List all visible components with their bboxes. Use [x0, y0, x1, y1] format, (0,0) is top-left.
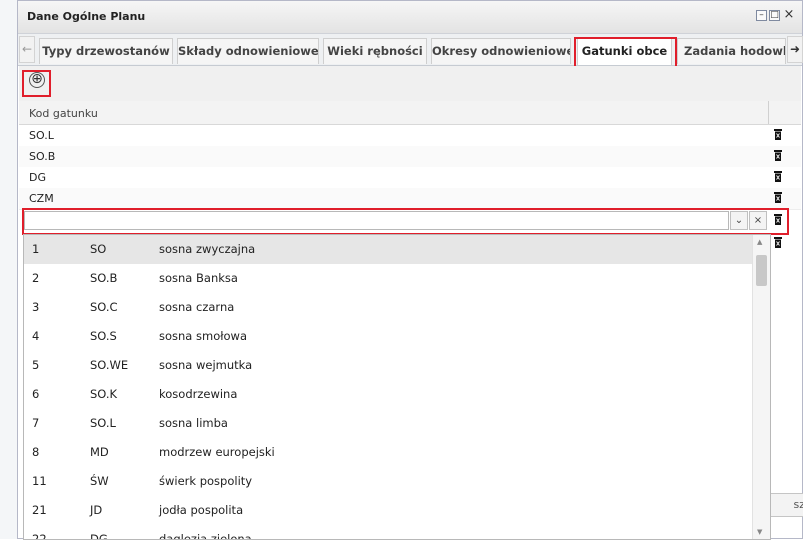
- item-number: 2: [32, 271, 40, 285]
- dropdown-item[interactable]: 6 SO.K kosodrzewina: [24, 380, 754, 409]
- item-number: 4: [32, 329, 40, 343]
- item-name: sosna wejmutka: [159, 358, 253, 372]
- dropdown-item[interactable]: 2 SO.B sosna Banksa: [24, 264, 754, 293]
- item-name: kosodrzewina: [159, 387, 238, 401]
- close-icon[interactable]: ×: [782, 8, 796, 21]
- editing-row: ⌄ ×: [22, 209, 772, 233]
- item-name: sosna limba: [159, 416, 228, 430]
- dropdown-item[interactable]: 21 JD jodła pospolita: [24, 496, 754, 525]
- dropdown-item[interactable]: 1 SO sosna zwyczajna: [24, 235, 754, 264]
- column-separator: [768, 101, 769, 124]
- dropdown-item[interactable]: 5 SO.WE sosna wejmutka: [24, 351, 754, 380]
- scroll-down-icon[interactable]: ▼: [757, 528, 762, 536]
- dropdown-item[interactable]: 22 DG daglezja zielona: [24, 525, 754, 539]
- tab-okresy-odnowieniowe[interactable]: Okresy odnowieniowe: [431, 38, 571, 64]
- dropdown-item[interactable]: 11 ŚW świerk pospolity: [24, 467, 754, 496]
- item-number: 8: [32, 445, 40, 459]
- item-number: 11: [32, 474, 47, 488]
- item-code: SO.B: [90, 271, 118, 285]
- minimize-icon[interactable]: –: [756, 10, 767, 21]
- item-number: 5: [32, 358, 40, 372]
- toolbar: ⊕: [19, 66, 801, 102]
- table-row[interactable]: DG: [19, 167, 801, 189]
- item-code: JD: [90, 503, 103, 517]
- tab-bar: ← Typy drzewostanów Składy odnowieniowe …: [18, 34, 803, 66]
- item-number: 21: [32, 503, 47, 517]
- tab-wieki-rebnosci[interactable]: Wieki rębności: [323, 38, 427, 64]
- titlebar: Dane Ogólne Planu – □ ×: [18, 1, 802, 34]
- item-name: sosna zwyczajna: [159, 242, 256, 256]
- item-code: ŚW: [90, 474, 109, 488]
- clear-icon[interactable]: ×: [749, 211, 767, 230]
- trash-icon[interactable]: [774, 150, 782, 161]
- add-icon[interactable]: ⊕: [29, 72, 45, 88]
- tab-scroll-right-icon[interactable]: ➜: [787, 36, 803, 63]
- grid-header: Kod gatunku: [19, 101, 801, 125]
- trash-icon[interactable]: [774, 237, 782, 248]
- tab-zadania-hodowlane[interactable]: Zadania hodowlane: [677, 38, 786, 64]
- tab-scroll-left-icon[interactable]: ←: [19, 36, 35, 63]
- species-code-combobox[interactable]: [24, 211, 729, 230]
- item-number: 1: [32, 242, 40, 256]
- scrollbar-thumb[interactable]: [756, 255, 767, 286]
- row-code: DG: [29, 171, 46, 184]
- tab-typy-drzewostanow[interactable]: Typy drzewostanów: [39, 38, 173, 64]
- item-name: świerk pospolity: [159, 474, 253, 488]
- item-number: 6: [32, 387, 40, 401]
- trash-icon[interactable]: [774, 171, 782, 182]
- table-row[interactable]: SO.L: [19, 125, 801, 147]
- column-header-kod-gatunku: Kod gatunku: [29, 107, 98, 120]
- species-dropdown-list: 1 SO sosna zwyczajna 2 SO.B sosna Banksa…: [23, 234, 771, 540]
- table-row[interactable]: SO.B: [19, 146, 801, 168]
- item-code: SO.S: [90, 329, 117, 343]
- dropdown-chevron-icon[interactable]: ⌄: [730, 211, 748, 230]
- side-button[interactable]: sz: [766, 493, 803, 517]
- scroll-up-icon[interactable]: ▲: [757, 238, 762, 246]
- tab-sklady-odnowieniowe[interactable]: Składy odnowieniowe: [177, 38, 319, 64]
- item-code: SO.L: [90, 416, 116, 430]
- table-row[interactable]: CZM: [19, 188, 801, 210]
- trash-icon[interactable]: [774, 129, 782, 140]
- item-code: SO.WE: [90, 358, 129, 372]
- item-name: sosna Banksa: [159, 271, 238, 285]
- row-code: SO.B: [29, 150, 56, 163]
- maximize-icon[interactable]: □: [769, 10, 780, 21]
- item-code: SO.K: [90, 387, 118, 401]
- trash-icon[interactable]: [774, 192, 782, 203]
- item-number: 7: [32, 416, 40, 430]
- row-code: SO.L: [29, 129, 54, 142]
- item-number: 3: [32, 300, 40, 314]
- trash-icon[interactable]: [774, 214, 782, 225]
- dropdown-item[interactable]: 7 SO.L sosna limba: [24, 409, 754, 438]
- dialog-window: Dane Ogólne Planu – □ × ← Typy drzewosta…: [17, 0, 803, 540]
- item-code: MD: [90, 445, 109, 459]
- row-code: CZM: [29, 192, 54, 205]
- item-name: sosna czarna: [159, 300, 235, 314]
- dropdown-item[interactable]: 3 SO.C sosna czarna: [24, 293, 754, 322]
- item-code: SO.C: [90, 300, 118, 314]
- item-name: jodła pospolita: [159, 503, 244, 517]
- item-name: sosna smołowa: [159, 329, 247, 343]
- window-title: Dane Ogólne Planu: [27, 10, 146, 23]
- item-name: modrzew europejski: [159, 445, 275, 459]
- item-code: SO: [90, 242, 107, 256]
- dropdown-item[interactable]: 8 MD modrzew europejski: [24, 438, 754, 467]
- dropdown-scrollbar[interactable]: ▲ ▼: [752, 235, 770, 539]
- dropdown-item[interactable]: 4 SO.S sosna smołowa: [24, 322, 754, 351]
- tab-gatunki-obce[interactable]: Gatunki obce: [577, 38, 672, 65]
